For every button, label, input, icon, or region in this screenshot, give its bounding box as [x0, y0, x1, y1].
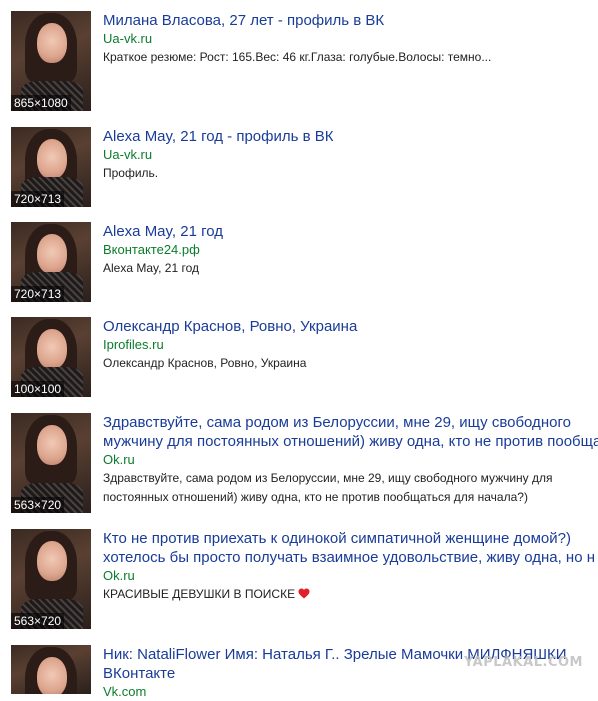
image-size-label: 563×720 [11, 613, 65, 629]
result-url[interactable]: Vk.com [103, 683, 598, 701]
result-snippet-text: КРАСИВЫЕ ДЕВУШКИ В ПОИСКЕ [103, 587, 296, 601]
result-thumbnail[interactable]: 720×713 [11, 127, 91, 207]
result-thumbnail[interactable] [11, 645, 91, 694]
result-title-line1[interactable]: Здравствуйте, сама родом из Белоруссии, … [103, 413, 598, 432]
site-watermark: YAPLAKAL.COM [464, 655, 583, 670]
result-title[interactable]: Милана Власова, 27 лет - профиль в ВК [103, 11, 598, 30]
image-size-label: 563×720 [11, 497, 65, 513]
result-url[interactable]: Ok.ru [103, 567, 598, 585]
result-url[interactable]: Вконтакте24.рф [103, 241, 598, 259]
result-snippet-line2: постоянных отношений) живу одна, кто не … [103, 490, 528, 504]
result-thumbnail[interactable]: 100×100 [11, 317, 91, 397]
result-title-line2[interactable]: хотелось бы просто получать взаимное удо… [103, 548, 598, 567]
result-thumbnail[interactable]: 720×713 [11, 222, 91, 302]
image-size-label: 865×1080 [11, 95, 71, 111]
result-snippet: КРАСИВЫЕ ДЕВУШКИ В ПОИСКЕ [103, 585, 598, 604]
result-title[interactable]: Alexa May, 21 год - профиль в ВК [103, 127, 598, 146]
result-title[interactable]: Олександр Краснов, Ровно, Украина [103, 317, 598, 336]
image-size-label: 720×713 [11, 286, 65, 302]
result-url[interactable]: Ok.ru [103, 451, 598, 469]
result-snippet: Олександр Краснов, Ровно, Украина [103, 356, 307, 370]
result-url[interactable]: Ua-vk.ru [103, 146, 598, 164]
result-title-line1[interactable]: Кто не против приехать к одинокой симпат… [103, 529, 598, 548]
result-snippet-line1: Здравствуйте, сама родом из Белоруссии, … [103, 471, 553, 485]
result-thumbnail[interactable]: 865×1080 [11, 11, 91, 111]
result-snippet: Alexa May, 21 год [103, 261, 200, 275]
result-snippet: Краткое резюме: Рост: 165.Вес: 46 кг.Гла… [103, 50, 492, 64]
result-title-line2[interactable]: мужчину для постоянных отношений) живу о… [103, 432, 598, 451]
result-thumbnail[interactable]: 563×720 [11, 529, 91, 629]
result-snippet: Профиль. [103, 166, 159, 180]
heart-icon [298, 588, 310, 599]
result-title[interactable]: Alexa May, 21 год [103, 222, 598, 241]
result-thumbnail[interactable]: 563×720 [11, 413, 91, 513]
result-url[interactable]: Ua-vk.ru [103, 30, 598, 48]
image-size-label: 720×713 [11, 191, 65, 207]
result-url[interactable]: Iprofiles.ru [103, 336, 598, 354]
image-size-label: 100×100 [11, 381, 65, 397]
